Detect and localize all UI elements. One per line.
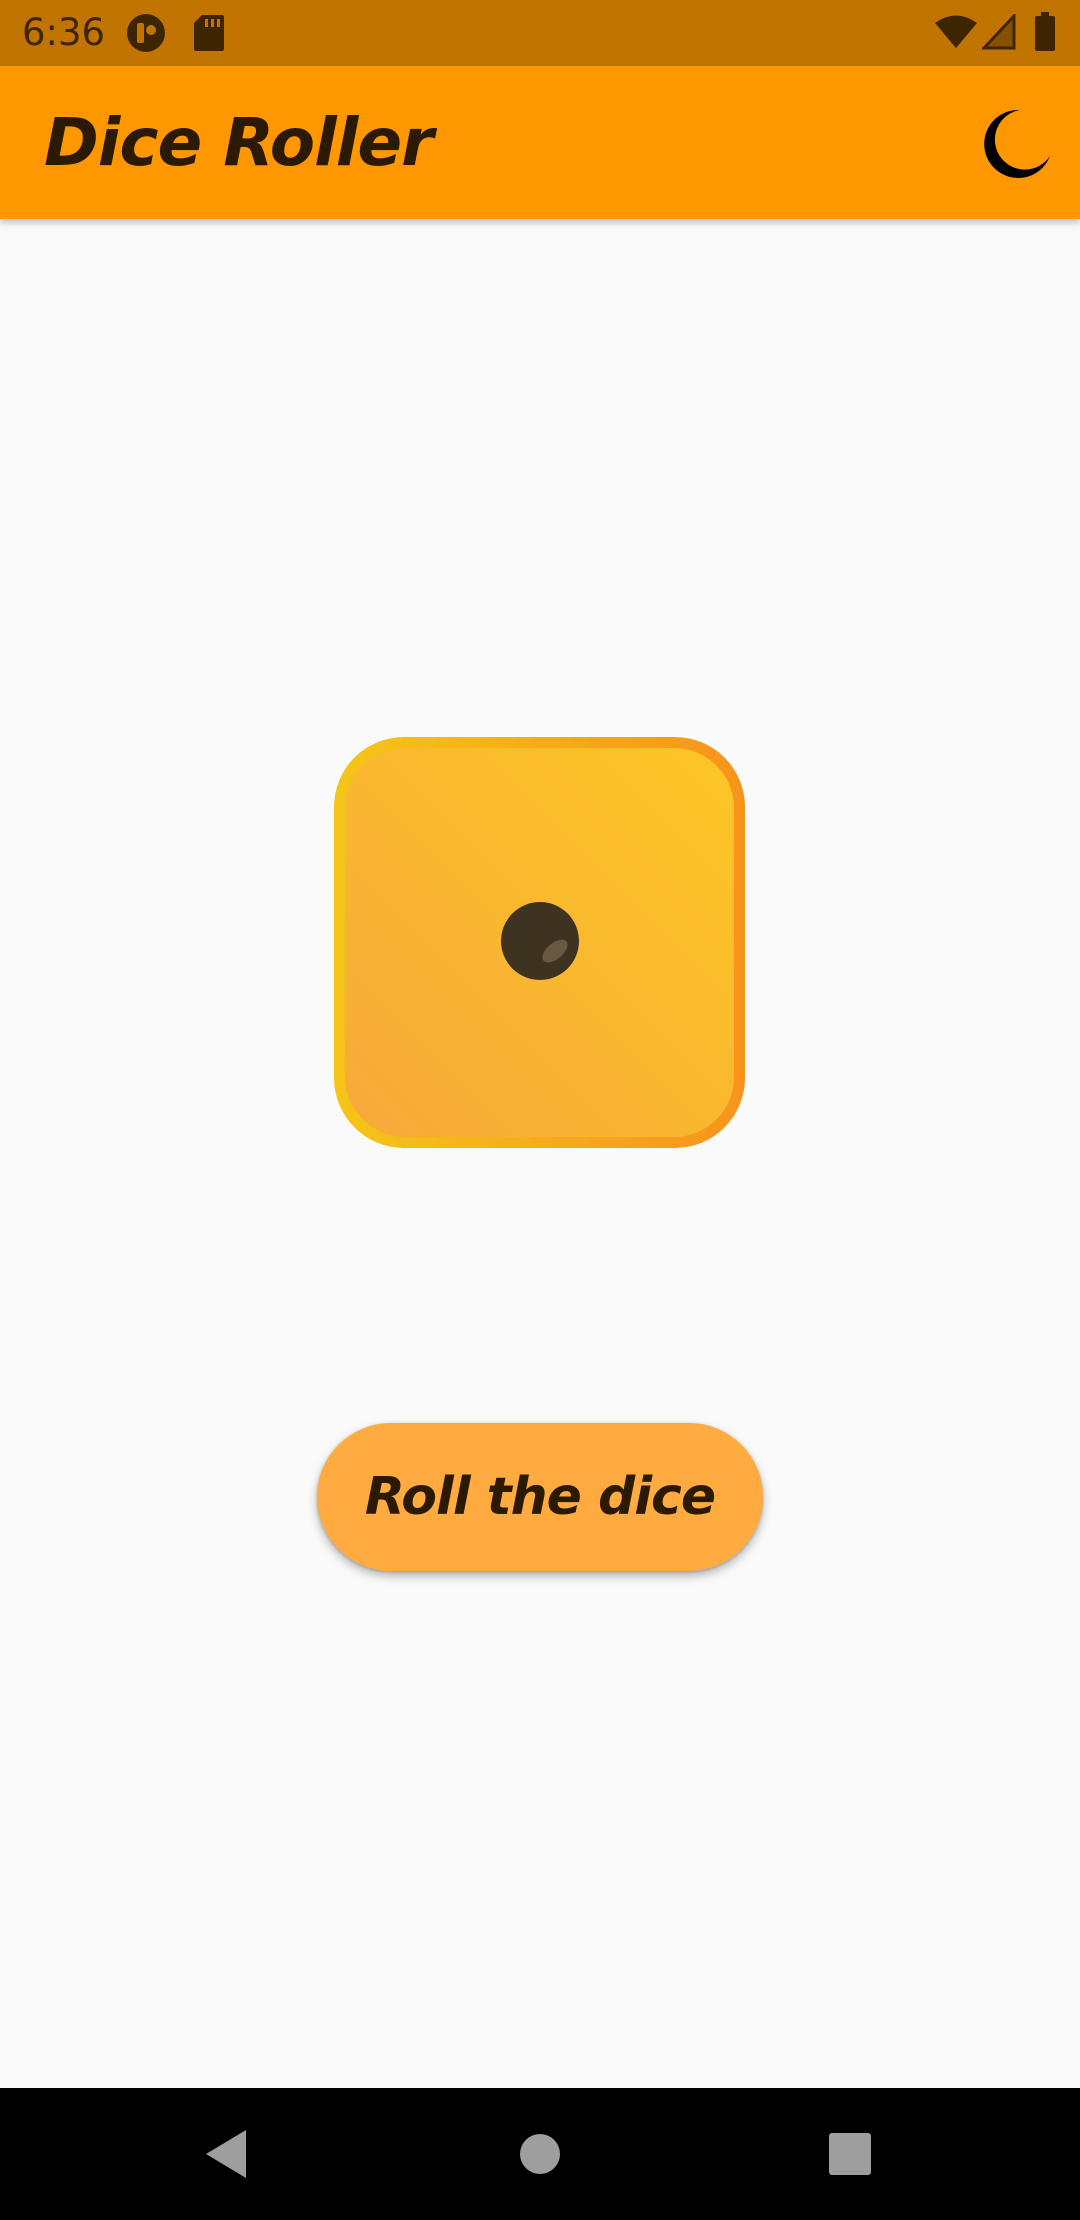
status-bar: 6:36 — [0, 0, 1080, 66]
back-icon — [206, 2130, 246, 2178]
app-title: Dice Roller — [44, 104, 434, 181]
battery-icon — [1034, 12, 1056, 57]
die-pip — [501, 902, 579, 980]
theme-toggle-button[interactable] — [974, 104, 1054, 184]
roll-dice-button-label: Roll the dice — [364, 1467, 716, 1527]
back-button[interactable] — [190, 2116, 266, 2192]
home-icon — [520, 2134, 560, 2174]
home-button[interactable] — [502, 2116, 578, 2192]
wifi-icon — [934, 14, 978, 55]
moon-icon — [984, 109, 1050, 178]
app-bar: Dice Roller — [0, 66, 1080, 219]
cell-signal-icon — [980, 12, 1016, 55]
navigation-bar — [0, 2088, 1080, 2220]
roll-dice-button[interactable]: Roll the dice — [317, 1423, 763, 1571]
recents-button[interactable] — [812, 2116, 888, 2192]
recents-icon — [829, 2133, 871, 2175]
status-time: 6:36 — [22, 11, 106, 54]
notification-app-icon — [126, 13, 166, 58]
sd-card-icon — [192, 13, 226, 58]
dice-image — [332, 735, 747, 1150]
